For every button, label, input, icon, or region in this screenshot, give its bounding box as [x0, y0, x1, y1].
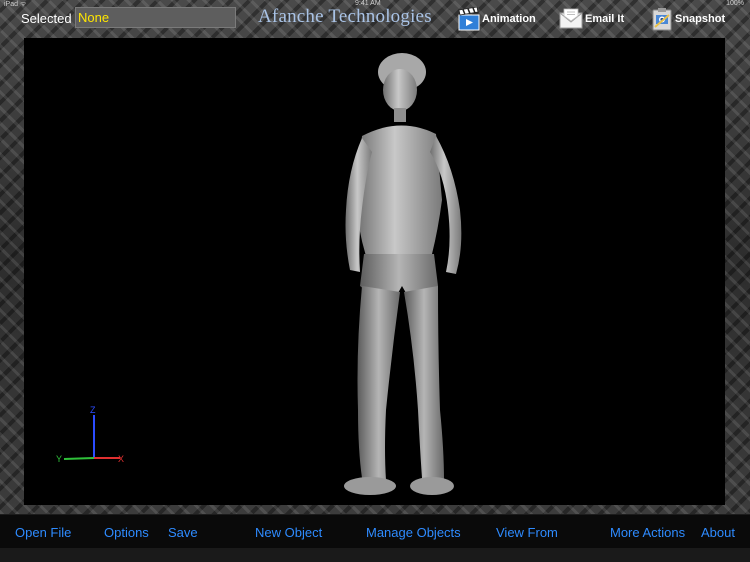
new-object-button[interactable]: New Object — [255, 525, 322, 540]
email-it-button[interactable]: Email It — [559, 6, 624, 32]
status-carrier: iPad ᯤ — [4, 1, 27, 8]
status-battery: 100% — [726, 0, 744, 7]
animation-label: Animation — [482, 13, 536, 25]
top-toolbar: iPad ᯤ 9:41 AM 100% Selected None Afanch… — [0, 0, 750, 38]
bottom-toolbar: Open File Options Save New Object Manage… — [0, 514, 750, 549]
3d-viewport[interactable]: Z X Y — [24, 38, 725, 505]
axis-x-label: X — [118, 454, 124, 464]
axis-z-label: Z — [90, 405, 96, 415]
envelope-icon — [559, 8, 585, 30]
manage-objects-button[interactable]: Manage Objects — [366, 525, 461, 540]
brand-title: Afanche Technologies — [258, 6, 432, 27]
camera-clipboard-icon — [651, 7, 675, 31]
clapperboard-icon — [458, 7, 482, 31]
selected-value-field[interactable]: None — [75, 7, 236, 28]
axis-y-label: Y — [56, 454, 62, 464]
save-button[interactable]: Save — [168, 525, 198, 540]
email-it-label: Email It — [585, 13, 625, 25]
snapshot-label: Snapshot — [675, 13, 726, 25]
snapshot-button[interactable]: Snapshot — [651, 6, 725, 32]
selected-label: Selected — [21, 11, 72, 26]
axis-gizmo: Z X Y — [56, 405, 124, 464]
animation-button[interactable]: Animation — [458, 6, 536, 32]
view-from-button[interactable]: View From — [496, 525, 558, 540]
about-button[interactable]: About — [701, 525, 735, 540]
more-actions-button[interactable]: More Actions — [610, 525, 685, 540]
bottom-strip — [0, 548, 750, 562]
open-file-button[interactable]: Open File — [15, 525, 71, 540]
options-button[interactable]: Options — [104, 525, 149, 540]
scanned-woman-model[interactable] — [314, 50, 484, 500]
